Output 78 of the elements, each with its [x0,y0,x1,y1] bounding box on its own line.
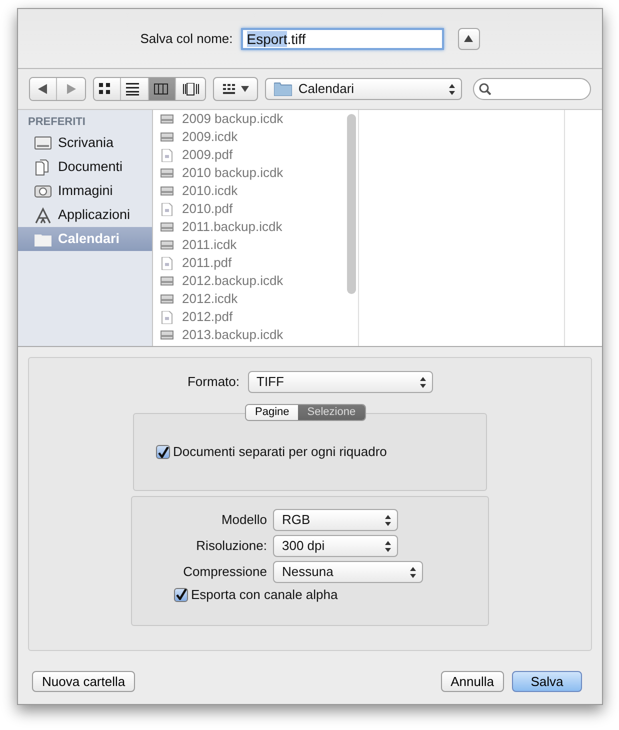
file-row[interactable]: 2010 backup.icdk [153,164,345,182]
format-popup[interactable]: TIFF [248,371,432,393]
updown-arrows-icon [420,376,426,388]
triangle-up-icon [464,35,474,42]
calendar-file-icon [160,292,174,306]
cancel-button[interactable]: Annulla [440,671,504,692]
caret-icon [240,86,249,92]
search-field[interactable] [473,78,591,100]
setting-label: Compressione [182,563,267,582]
sidebar-heading: PREFERITI [28,116,86,130]
arrange-button[interactable] [213,77,258,101]
grid-icon [222,84,235,94]
pdf-file-icon [160,310,174,324]
calendar-file-icon [160,328,174,342]
calendar-file-icon [160,238,174,252]
back-arrow-icon [38,84,48,94]
apps-icon [34,206,52,224]
file-row[interactable]: 2010.icdk [153,182,345,200]
column-view-button[interactable] [148,78,176,100]
calendar-file-icon [160,184,174,198]
calendar-file-icon [160,130,174,144]
location-popup[interactable]: Calendari [265,78,462,100]
file-row[interactable]: 2012.backup.icdk [153,272,345,290]
pdf-file-icon [160,148,174,162]
updown-arrows-icon [385,514,391,526]
filename-field[interactable]: Esport.tiff [240,28,444,50]
calendar-file-icon [160,220,174,234]
updown-arrows-icon [449,82,456,96]
sidebar-item[interactable]: Applicazioni [18,203,152,228]
tab[interactable]: Selezione [298,405,365,420]
desktop-icon [34,134,52,152]
scroll-thumb[interactable] [347,114,356,294]
pdf-file-icon [160,256,174,270]
calendar-file-icon [160,166,174,180]
folder-icon [274,82,292,96]
checkbox-label: Esporta con canale alpha [191,586,338,604]
pdf-file-icon [160,202,174,216]
file-row[interactable]: 2012.pdf [153,308,345,326]
tab[interactable]: Pagine [246,405,298,420]
cover-flow-icon [182,82,199,96]
list-view-button[interactable] [121,78,149,100]
setting-label: Risoluzione: [195,537,267,556]
file-row[interactable]: 2012.icdk [153,290,345,308]
updown-arrows-icon [410,566,416,578]
sidebar-item[interactable]: Documenti [18,155,152,180]
file-row[interactable]: 2009.pdf [153,146,345,164]
columns-icon [154,82,170,96]
sidebar-item[interactable]: Calendari [18,227,152,252]
updown-arrows-icon [385,540,391,552]
file-row[interactable]: 2011.backup.icdk [153,218,345,236]
file-row[interactable]: 2013.backup.icdk [153,326,345,344]
setting-label: Modello [220,511,267,530]
sidebar-item[interactable]: Scrivania [18,131,152,156]
camera-icon [34,182,52,200]
save-button[interactable]: Salva [512,671,582,692]
checkbox-label: Documenti separati per ogni riquadro [173,443,387,462]
file-row[interactable]: 2011.pdf [153,254,345,272]
setting-popup[interactable]: 300 dpi [273,535,398,557]
new-folder-button[interactable]: Nuova cartella [32,671,136,692]
file-row[interactable]: 2009.icdk [153,128,345,146]
file-row[interactable]: 2011.icdk [153,236,345,254]
sidebar-item[interactable]: Immagini [18,179,152,204]
calendar-file-icon [160,112,174,126]
setting-popup[interactable]: Nessuna [273,561,423,583]
setting-popup[interactable]: RGB [273,509,398,531]
file-row[interactable]: 2009 backup.icdk [153,110,345,128]
checkbox[interactable] [156,445,170,459]
forward-arrow-icon [66,84,76,94]
expand-button[interactable] [458,28,480,50]
back-button[interactable] [30,78,58,100]
format-label: Formato: [187,373,240,392]
search-icon [479,83,492,95]
checkbox[interactable] [174,588,188,602]
save-as-label: Salva col nome: [140,30,233,48]
cover-flow-button[interactable] [176,78,206,100]
icon-view-button[interactable] [94,78,122,100]
calendar-file-icon [160,274,174,288]
file-row[interactable]: 2010.pdf [153,200,345,218]
